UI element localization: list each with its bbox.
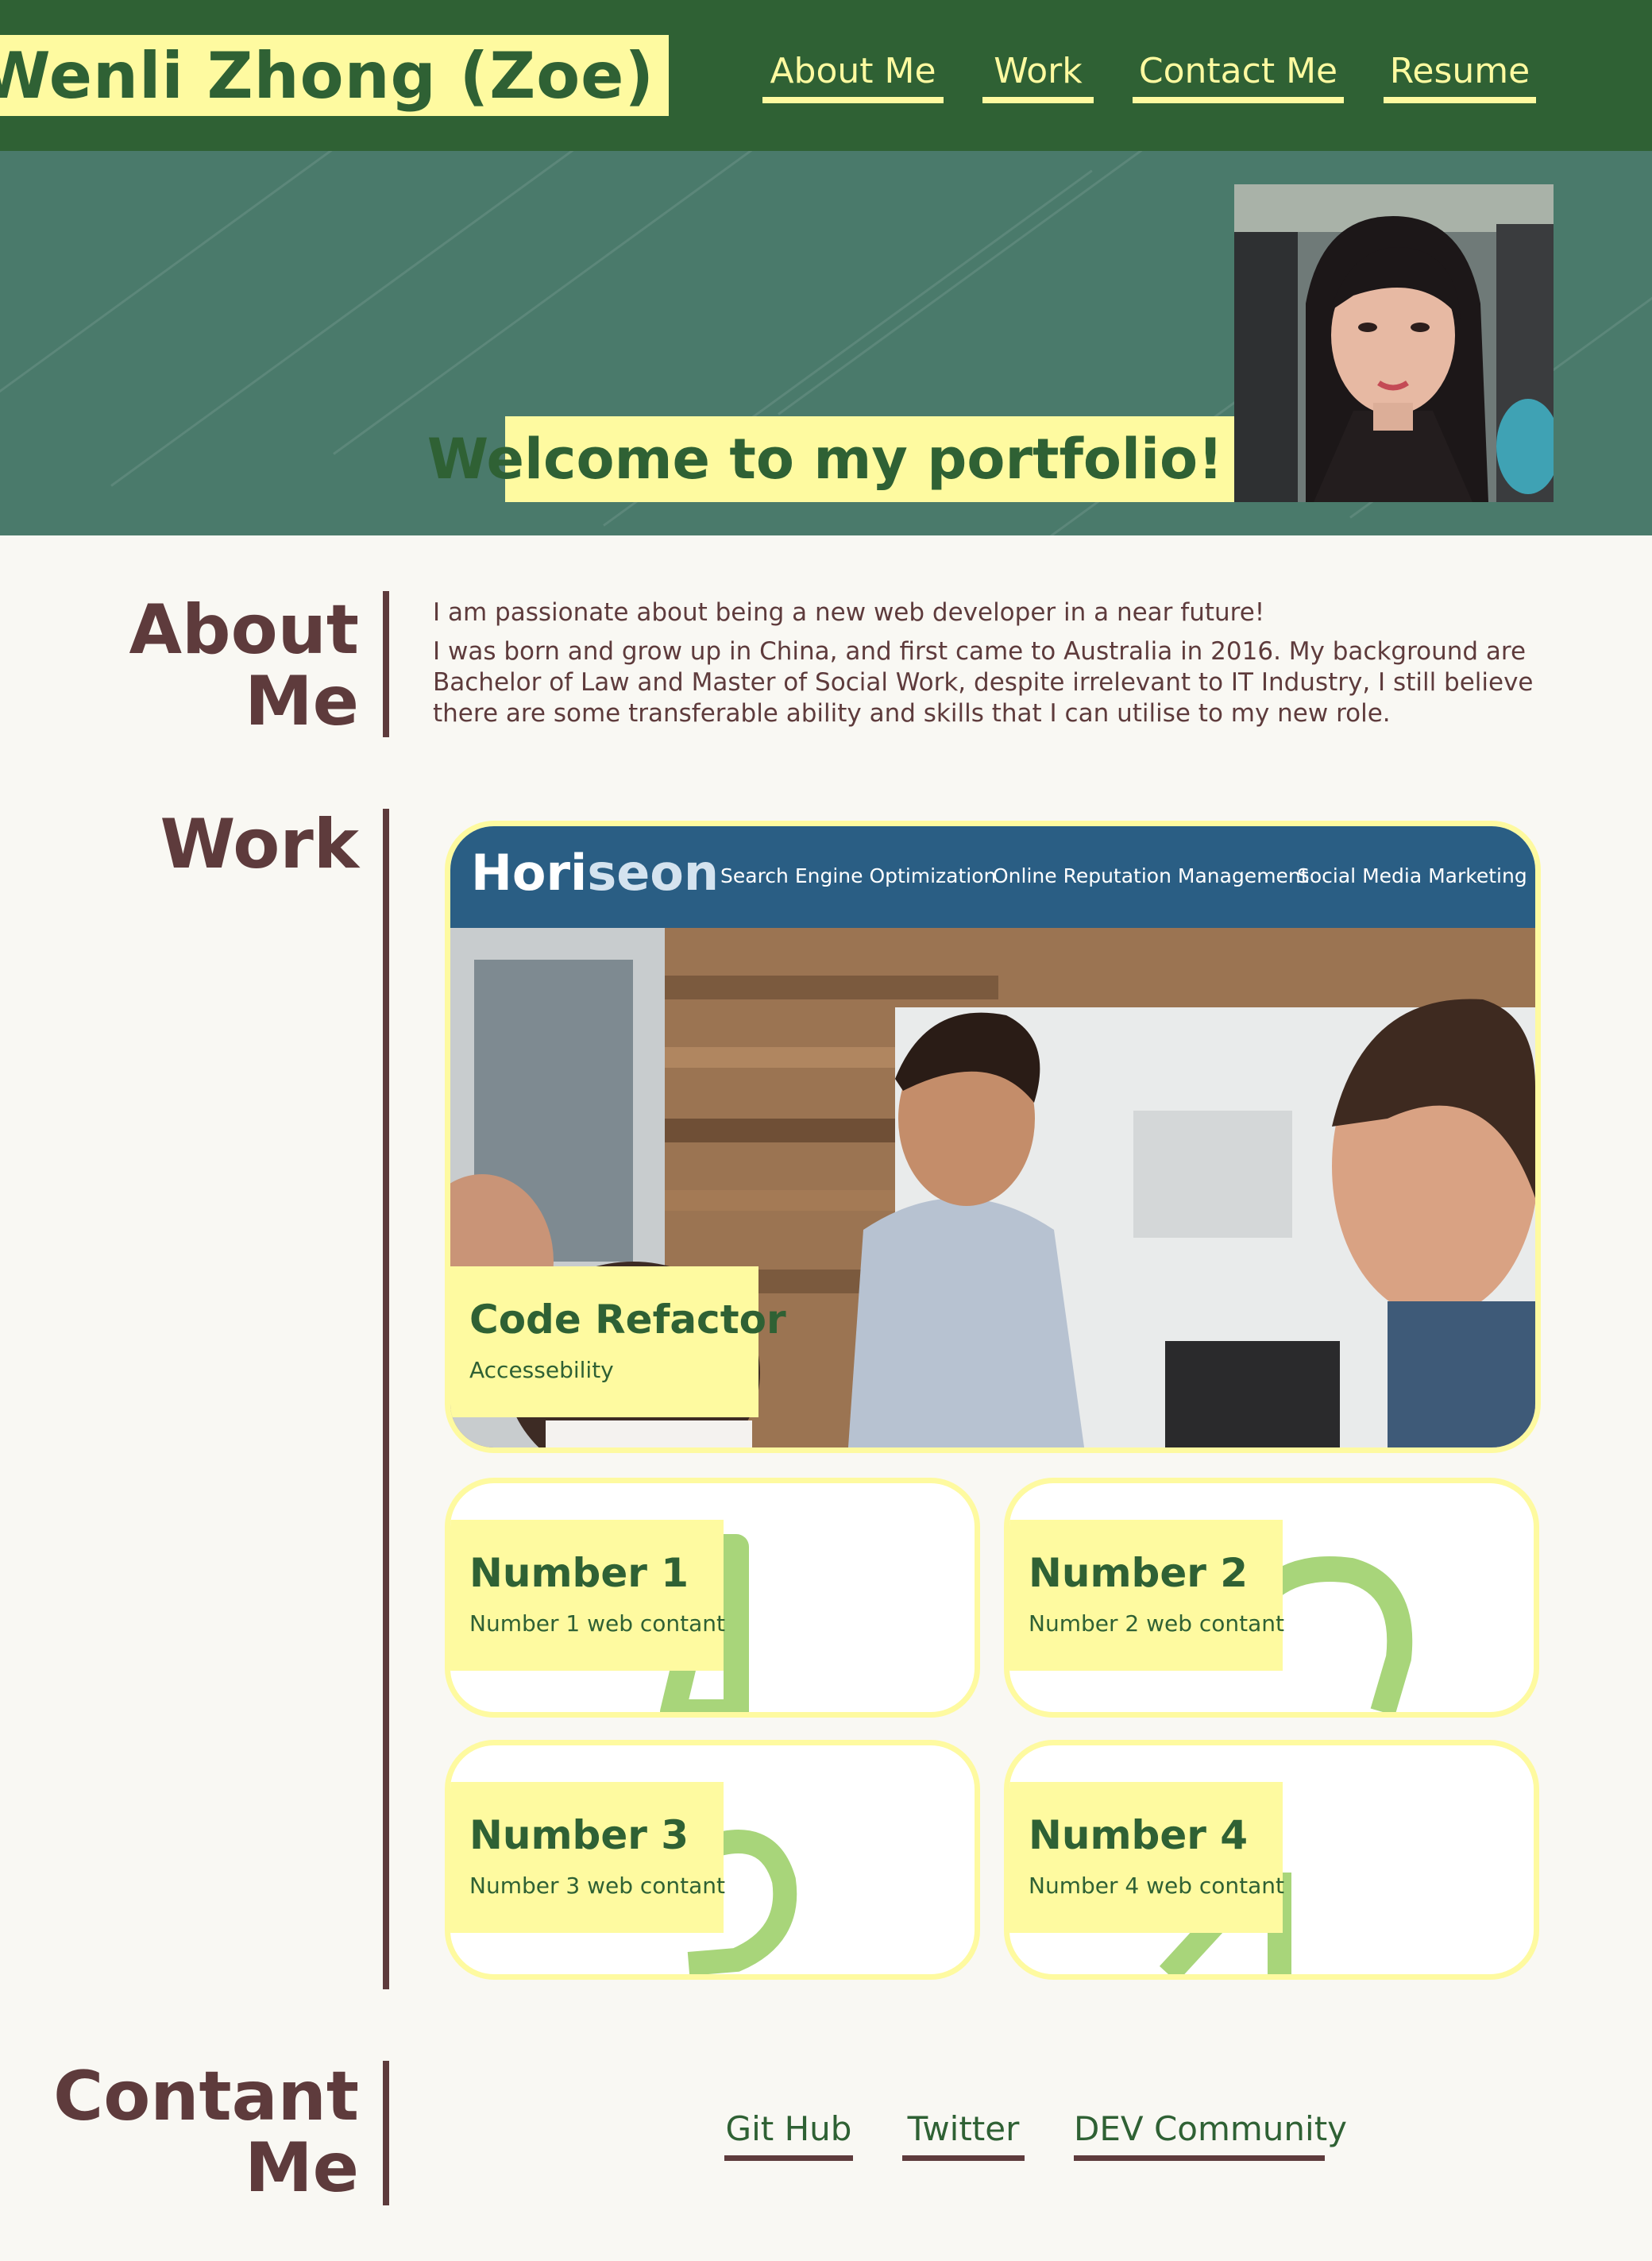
- nav-contact-me[interactable]: Contact Me: [1133, 49, 1344, 103]
- horiseon-header: Horiseon Search Engine Optimization Onli…: [450, 826, 1535, 928]
- about-text: I am passionate about being a new web de…: [433, 597, 1561, 737]
- nav-work[interactable]: Work: [982, 49, 1094, 103]
- card-1-subtitle: Number 1 web contant: [469, 1610, 726, 1637]
- about-title-line-2: Me: [245, 662, 359, 741]
- hero-banner: Welcome to my portfolio!: [0, 151, 1652, 535]
- twitter-link[interactable]: Twitter: [902, 2107, 1025, 2161]
- card-3-title: Number 3: [469, 1812, 689, 1858]
- card-1-title: Number 1: [469, 1550, 689, 1596]
- featured-project-card[interactable]: Horiseon Search Engine Optimization Onli…: [445, 821, 1541, 1453]
- about-paragraph: I was born and grow up in China, and fir…: [433, 637, 1534, 728]
- about-paragraph: I am passionate about being a new web de…: [433, 598, 1265, 627]
- card-3-label: Number 3 Number 3 web contant: [450, 1782, 726, 1933]
- contact-title-line-1: Contant: [53, 2057, 359, 2136]
- card-2-title: Number 2: [1029, 1550, 1249, 1596]
- github-link[interactable]: Git Hub: [724, 2107, 853, 2161]
- featured-subtitle: Accessebility: [469, 1357, 614, 1383]
- card-3-subtitle: Number 3 web contant: [469, 1873, 726, 1899]
- card-4-subtitle: Number 4 web contant: [1029, 1873, 1285, 1899]
- contact-section-title: Contant Me: [53, 2061, 359, 2204]
- card-2-label: Number 2 Number 2 web contant: [1009, 1520, 1285, 1671]
- site-title: Wenli Zhong (Zoe): [0, 38, 654, 113]
- project-card-4[interactable]: Number 4 Number 4 web contant: [1004, 1740, 1539, 1980]
- portrait-icon: [1234, 184, 1554, 502]
- site-header: Wenli Zhong (Zoe) About Me Work Contact …: [0, 0, 1652, 151]
- nav-about-me[interactable]: About Me: [762, 49, 944, 103]
- contact-divider: [383, 2061, 389, 2205]
- about-title-line-1: About: [129, 590, 359, 670]
- featured-title: Code Refactor: [469, 1297, 786, 1343]
- welcome-heading: Welcome to my portfolio!: [427, 416, 1236, 502]
- about-section-title: About Me: [129, 594, 359, 737]
- dev-community-link[interactable]: DEV Community: [1074, 2107, 1347, 2161]
- profile-photo: [1234, 184, 1554, 502]
- about-divider: [383, 591, 389, 737]
- contact-title-line-2: Me: [245, 2128, 359, 2208]
- hero-light-streak: [333, 151, 823, 455]
- work-title: Work: [160, 805, 359, 884]
- hero-light-streak: [778, 151, 1268, 415]
- horiseon-logo: Horiseon: [471, 844, 719, 902]
- work-section-title: Work: [160, 809, 359, 880]
- card-4-label: Number 4 Number 4 web contant: [1009, 1782, 1285, 1933]
- card-1-label: Number 1 Number 1 web contant: [450, 1520, 726, 1671]
- card-2-subtitle: Number 2 web contant: [1029, 1610, 1285, 1637]
- project-card-3[interactable]: Number 3 Number 3 web contant: [445, 1740, 980, 1980]
- nav-resume[interactable]: Resume: [1384, 49, 1536, 103]
- horiseon-link-seo: Search Engine Optimization: [720, 864, 997, 887]
- horiseon-link-reputation: Online Reputation Management: [993, 864, 1309, 887]
- card-4-title: Number 4: [1029, 1812, 1249, 1858]
- horiseon-link-social: Social Media Marketing: [1297, 864, 1527, 887]
- project-card-2[interactable]: Number 2 Number 2 web contant: [1004, 1478, 1539, 1718]
- work-divider: [383, 809, 389, 1989]
- brand-banner: Wenli Zhong (Zoe): [0, 35, 669, 116]
- featured-label: Code Refactor Accessebility: [450, 1266, 786, 1417]
- project-card-1[interactable]: Number 1 Number 1 web contant: [445, 1478, 980, 1718]
